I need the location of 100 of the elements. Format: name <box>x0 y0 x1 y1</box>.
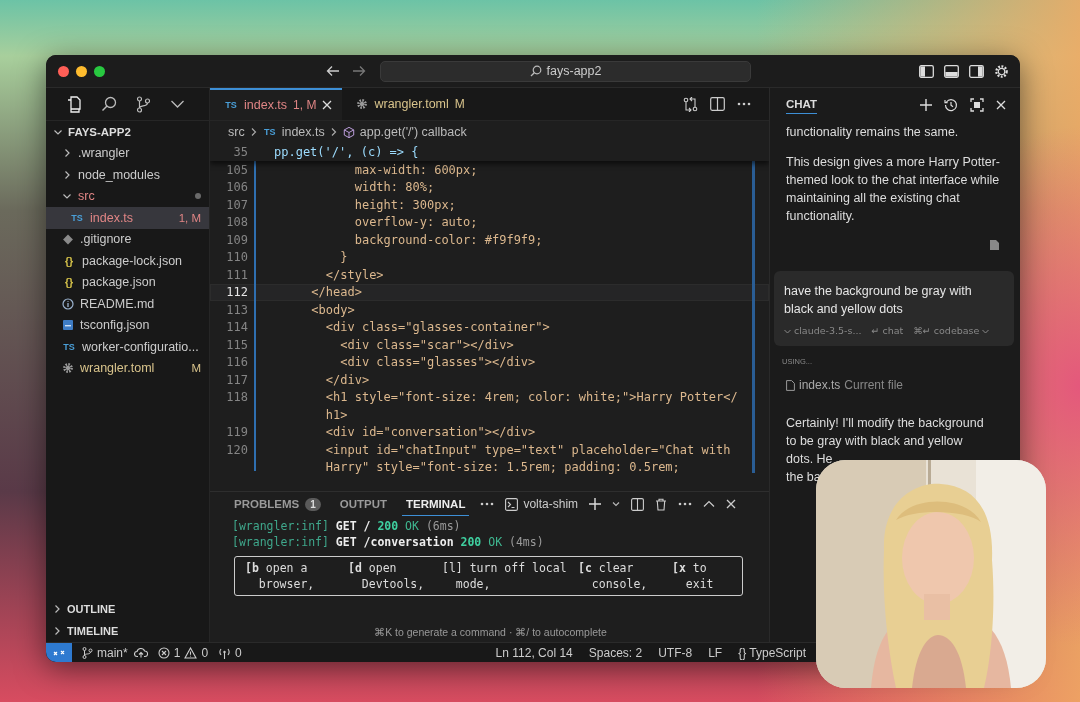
breadcrumb-item[interactable]: src <box>228 125 245 139</box>
file-icon <box>786 379 795 391</box>
model-selector[interactable]: claude-3.5-s... <box>784 322 862 340</box>
warning-icon <box>184 646 198 659</box>
chevron-down-icon <box>784 328 791 334</box>
plus-icon[interactable] <box>920 98 932 111</box>
submit-option[interactable]: ⌘↵ codebase <box>913 322 990 340</box>
source-control-icon[interactable] <box>136 95 151 113</box>
editor-tab[interactable]: wrangler.toml M <box>342 88 475 120</box>
breadcrumb-item[interactable]: app.get('/') callback <box>359 125 467 139</box>
file-tree-item[interactable]: node_modules <box>46 164 209 186</box>
line-number: 108 <box>225 215 248 230</box>
file-name: index.ts <box>90 210 135 225</box>
sidebar-section-header[interactable]: OUTLINE <box>46 598 209 620</box>
tab-title: index.ts <box>244 98 288 112</box>
chevron-up-icon[interactable] <box>703 500 716 508</box>
file-name: tsconfig.json <box>80 318 151 333</box>
back-arrow-icon[interactable] <box>326 65 340 77</box>
file-name: package-lock.json <box>82 253 184 268</box>
copy-icon[interactable] <box>989 239 1000 251</box>
file-tree-item[interactable]: {} package.json <box>46 271 209 293</box>
toggle-sidebar-icon[interactable] <box>919 64 934 78</box>
chevron-right-icon <box>52 604 62 614</box>
toggle-panel-icon[interactable] <box>944 64 959 78</box>
more-icon[interactable] <box>480 502 495 506</box>
file-tree-item[interactable]: {} package-lock.json <box>46 250 209 272</box>
cloud-upload-icon[interactable] <box>133 647 148 658</box>
settings-icon[interactable] <box>994 63 1009 79</box>
chat-input-field[interactable]: have the background be gray with black and yellow dots claude-3.5-s... ↵ chat ⌘↵ codebase <box>774 271 1014 346</box>
code-line: <div class="glasses-container"> <box>324 320 550 335</box>
file-tree-item[interactable]: wrangler.toml M <box>46 357 209 379</box>
close-window-button[interactable] <box>58 65 69 77</box>
submit-option[interactable]: ↵ chat <box>871 322 904 340</box>
close-icon[interactable] <box>322 100 333 110</box>
toggle-secondary-sidebar-icon[interactable] <box>969 64 984 78</box>
line-number: 105 <box>225 162 248 177</box>
close-icon[interactable] <box>726 499 737 509</box>
forward-arrow-icon[interactable] <box>352 65 366 77</box>
breadcrumb-item[interactable]: index.ts <box>281 125 325 139</box>
terminal-line: [wrangler:inf] GET /conversation 200 OK (4ms) <box>232 534 545 550</box>
plus-icon[interactable] <box>589 498 602 510</box>
file-tree-item[interactable]: README.md <box>46 293 209 315</box>
terminal-selector[interactable]: volta-shim <box>505 497 579 511</box>
file-name: .gitignore <box>80 232 133 247</box>
file-tree-item[interactable]: TS index.ts 1, M <box>46 207 209 229</box>
ports-indicator[interactable]: 0 <box>218 645 242 660</box>
status-bar-item[interactable]: UTF-8 <box>658 645 693 660</box>
files-icon[interactable] <box>66 95 82 113</box>
code-line: <h1 style="font-size: 4rem; color: white;">Harry Potter</ <box>324 390 738 405</box>
remote-button[interactable] <box>46 643 72 662</box>
command-search-field[interactable]: fays-app2 <box>380 60 751 82</box>
chevron-right-icon <box>62 169 72 180</box>
file-name: src <box>78 189 96 204</box>
context-file-chip[interactable]: index.ts Current file <box>786 372 904 398</box>
typescript-file-icon: TS <box>62 341 76 352</box>
terminal-hint: ⌘K to generate a command · ⌘/ to autocomplete <box>373 626 608 638</box>
line-number: 115 <box>225 337 248 352</box>
branch-indicator[interactable]: main* <box>82 645 128 660</box>
file-tree-item[interactable]: src <box>46 185 209 207</box>
chevron-down-icon[interactable] <box>612 501 621 507</box>
chat-message-text: Certainly! I'll modify the background <box>786 415 985 432</box>
status-bar-item[interactable]: Ln 112, Col 14 <box>495 645 573 660</box>
more-icon[interactable] <box>678 502 693 506</box>
panel-tab[interactable]: TERMINAL <box>402 492 470 516</box>
status-bar-item[interactable]: {} TypeScript <box>738 645 806 660</box>
explorer-root-folder[interactable]: FAYS-APP2 <box>46 121 209 143</box>
line-number: 106 <box>225 180 248 195</box>
search-icon[interactable] <box>101 96 117 112</box>
line-number: 109 <box>225 232 248 247</box>
code-line: overflow-y: auto; <box>353 215 478 230</box>
terminal-icon <box>505 497 519 511</box>
minimize-window-button[interactable] <box>76 65 87 77</box>
more-icon[interactable] <box>737 102 751 106</box>
problems-indicator[interactable]: 1 0 <box>157 645 209 660</box>
editor-tab[interactable]: TS index.ts 1, M <box>210 88 343 120</box>
close-icon[interactable] <box>996 99 1006 110</box>
code-line: } <box>339 250 348 265</box>
maximize-window-button[interactable] <box>94 65 105 77</box>
panel-tab[interactable]: PROBLEMS 1 <box>230 492 325 516</box>
file-tree-item[interactable]: TS worker-configuratio... <box>46 336 209 358</box>
history-icon[interactable] <box>944 97 958 112</box>
expand-icon[interactable] <box>970 97 984 112</box>
compare-changes-icon[interactable] <box>683 96 698 112</box>
panel-tab[interactable]: OUTPUT <box>335 492 391 516</box>
split-editor-icon[interactable] <box>710 97 725 111</box>
chevron-down-icon[interactable] <box>170 99 185 109</box>
file-tree-item[interactable]: tsconfig.json <box>46 314 209 336</box>
file-tree-item[interactable]: .gitignore <box>46 228 209 250</box>
file-tree-item[interactable]: .wrangler <box>46 142 209 164</box>
code-line: width: 80%; <box>353 180 435 195</box>
chat-message-text: to be gray with black and yellow <box>786 433 964 450</box>
chat-tab[interactable]: CHAT <box>786 95 818 114</box>
sidebar-section-header[interactable]: TIMELINE <box>46 620 209 642</box>
trash-icon[interactable] <box>655 497 668 511</box>
status-bar-item[interactable]: Spaces: 2 <box>588 645 643 660</box>
split-terminal-icon[interactable] <box>631 497 645 511</box>
code-line: <div class="glasses"></div> <box>339 355 536 370</box>
code-line: <div id="conversation"></div> <box>324 425 536 440</box>
json-file-icon: {} <box>62 254 76 267</box>
status-bar-item[interactable]: LF <box>708 645 723 660</box>
